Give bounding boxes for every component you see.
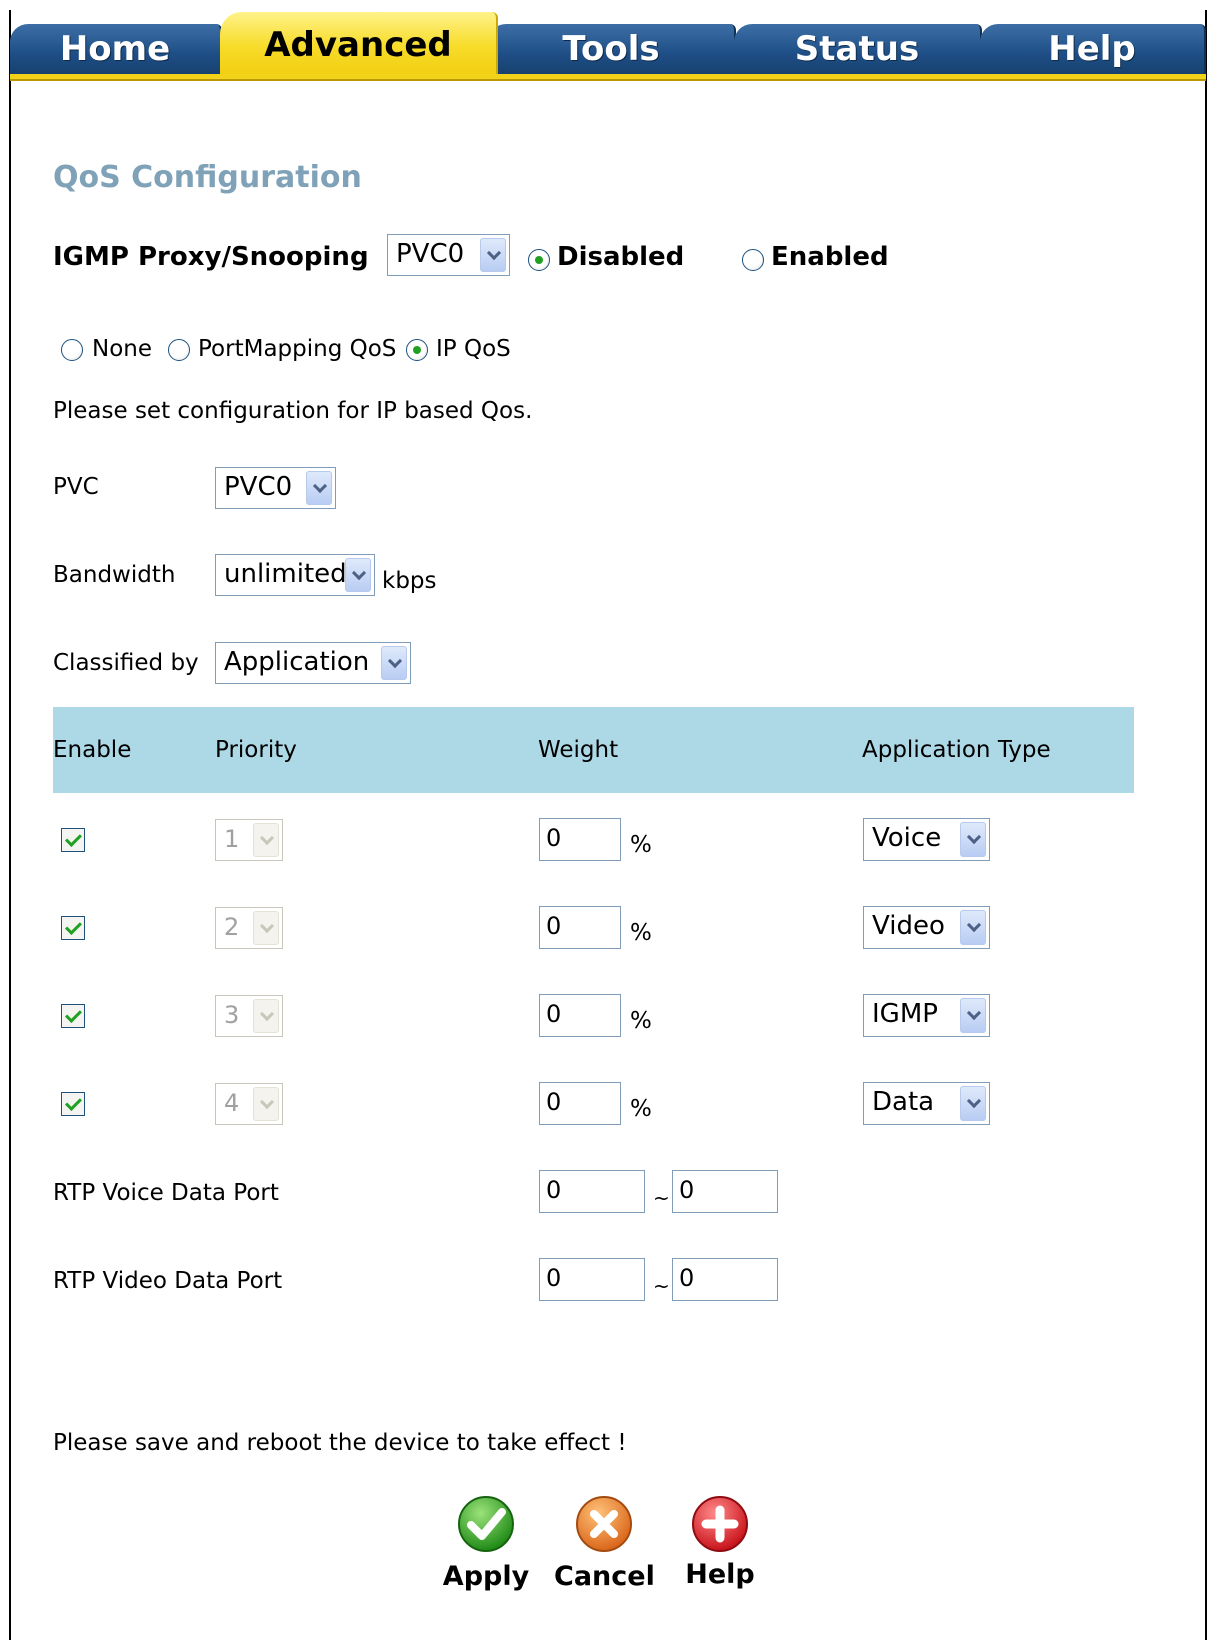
chevron-down-icon <box>345 558 371 592</box>
classified-by-value: Application <box>224 647 370 677</box>
reboot-notice: Please save and reboot the device to tak… <box>53 1430 627 1456</box>
chevron-down-icon <box>960 1086 986 1121</box>
row-weight-unit: % <box>630 920 652 946</box>
chevron-down-icon <box>253 1087 279 1121</box>
row-app-type-value: Data <box>872 1087 935 1117</box>
row-weight-input[interactable]: 0 <box>539 906 621 949</box>
rtp-video-to-input[interactable]: 0 <box>672 1258 778 1301</box>
qos-ip-label: IP QoS <box>436 336 511 362</box>
chevron-down-icon <box>306 471 332 505</box>
igmp-disabled-label: Disabled <box>557 242 685 272</box>
row-weight-unit: % <box>630 1096 652 1122</box>
tab-status[interactable]: Status <box>734 24 982 74</box>
tab-bar: Home Tools Status Help Advanced <box>10 10 1206 86</box>
instruction-text: Please set configuration for IP based Qo… <box>53 398 533 424</box>
chevron-down-icon <box>253 823 279 857</box>
tab-home[interactable]: Home <box>10 24 222 74</box>
plus-icon <box>692 1496 748 1552</box>
rtp-voice-separator: ~ <box>653 1186 670 1210</box>
row-weight-input[interactable]: 0 <box>539 1082 621 1125</box>
header-weight: Weight <box>538 737 619 763</box>
row-weight-input[interactable]: 0 <box>539 818 621 861</box>
row-enable-checkbox[interactable] <box>61 916 85 940</box>
qos-portmapping-label: PortMapping QoS <box>198 336 397 362</box>
header-enable: Enable <box>53 737 132 763</box>
qos-none-radio[interactable] <box>61 339 83 361</box>
rtp-voice-from-input[interactable]: 0 <box>539 1170 645 1213</box>
bandwidth-label: Bandwidth <box>53 562 176 588</box>
row-app-type-select[interactable]: Voice <box>863 818 990 861</box>
row-app-type-select[interactable]: Video <box>863 906 990 949</box>
rtp-video-from-input[interactable]: 0 <box>539 1258 645 1301</box>
pvc-value: PVC0 <box>224 472 293 502</box>
row-priority-value: 2 <box>224 913 240 941</box>
pvc-label: PVC <box>53 474 99 500</box>
row-priority-value: 1 <box>224 825 240 853</box>
igmp-enabled-label: Enabled <box>771 242 889 272</box>
chevron-down-icon <box>253 999 279 1033</box>
row-priority-select[interactable]: 2 <box>215 907 283 949</box>
igmp-label: IGMP Proxy/Snooping <box>53 242 369 272</box>
apply-button[interactable]: Apply <box>436 1495 536 1605</box>
help-button[interactable]: Help <box>670 1495 770 1605</box>
pvc-select[interactable]: PVC0 <box>215 467 336 509</box>
row-priority-select[interactable]: 4 <box>215 1083 283 1125</box>
row-weight-input[interactable]: 0 <box>539 994 621 1037</box>
classified-by-label: Classified by <box>53 650 199 676</box>
rtp-voice-label: RTP Voice Data Port <box>53 1180 279 1206</box>
igmp-disabled-radio[interactable] <box>528 249 550 271</box>
cancel-label: Cancel <box>554 1561 655 1592</box>
row-priority-select[interactable]: 1 <box>215 819 283 861</box>
tab-tools[interactable]: Tools <box>488 24 736 74</box>
row-app-type-select[interactable]: Data <box>863 1082 990 1125</box>
classified-by-select[interactable]: Application <box>215 642 411 684</box>
checkmark-icon <box>458 1496 514 1552</box>
qos-portmapping-radio[interactable] <box>168 339 190 361</box>
row-weight-unit: % <box>630 832 652 858</box>
qos-ip-radio[interactable] <box>406 339 428 361</box>
row-app-type-value: Video <box>872 911 945 941</box>
chevron-down-icon <box>960 998 986 1033</box>
rtp-video-label: RTP Video Data Port <box>53 1268 283 1294</box>
chevron-down-icon <box>480 238 506 272</box>
tab-help[interactable]: Help <box>980 24 1206 74</box>
cancel-button[interactable]: Cancel <box>554 1495 655 1605</box>
row-app-type-select[interactable]: IGMP <box>863 994 990 1037</box>
help-label: Help <box>685 1559 755 1590</box>
igmp-pvc-select[interactable]: PVC0 <box>387 234 510 276</box>
row-priority-value: 3 <box>224 1001 240 1029</box>
bandwidth-unit: kbps <box>382 568 437 594</box>
row-app-type-value: IGMP <box>872 999 938 1029</box>
x-icon <box>576 1496 632 1552</box>
row-enable-checkbox[interactable] <box>61 1092 85 1116</box>
chevron-down-icon <box>381 646 407 680</box>
row-priority-value: 4 <box>224 1089 240 1117</box>
qos-none-label: None <box>92 336 153 362</box>
row-weight-unit: % <box>630 1008 652 1034</box>
page-title: QoS Configuration <box>53 160 362 195</box>
chevron-down-icon <box>960 910 986 945</box>
apply-label: Apply <box>442 1561 530 1592</box>
chevron-down-icon <box>960 822 986 857</box>
bandwidth-value: unlimited <box>224 559 347 589</box>
header-priority: Priority <box>215 737 297 763</box>
rtp-video-separator: ~ <box>653 1274 670 1298</box>
row-priority-select[interactable]: 3 <box>215 995 283 1037</box>
row-app-type-value: Voice <box>872 823 942 853</box>
row-enable-checkbox[interactable] <box>61 1004 85 1028</box>
igmp-enabled-radio[interactable] <box>742 249 764 271</box>
row-enable-checkbox[interactable] <box>61 828 85 852</box>
rtp-voice-to-input[interactable]: 0 <box>672 1170 778 1213</box>
bandwidth-select[interactable]: unlimited <box>215 554 375 596</box>
tab-advanced[interactable]: Advanced <box>220 12 498 74</box>
chevron-down-icon <box>253 911 279 945</box>
header-application-type: Application Type <box>862 737 1051 763</box>
igmp-pvc-value: PVC0 <box>396 239 465 269</box>
